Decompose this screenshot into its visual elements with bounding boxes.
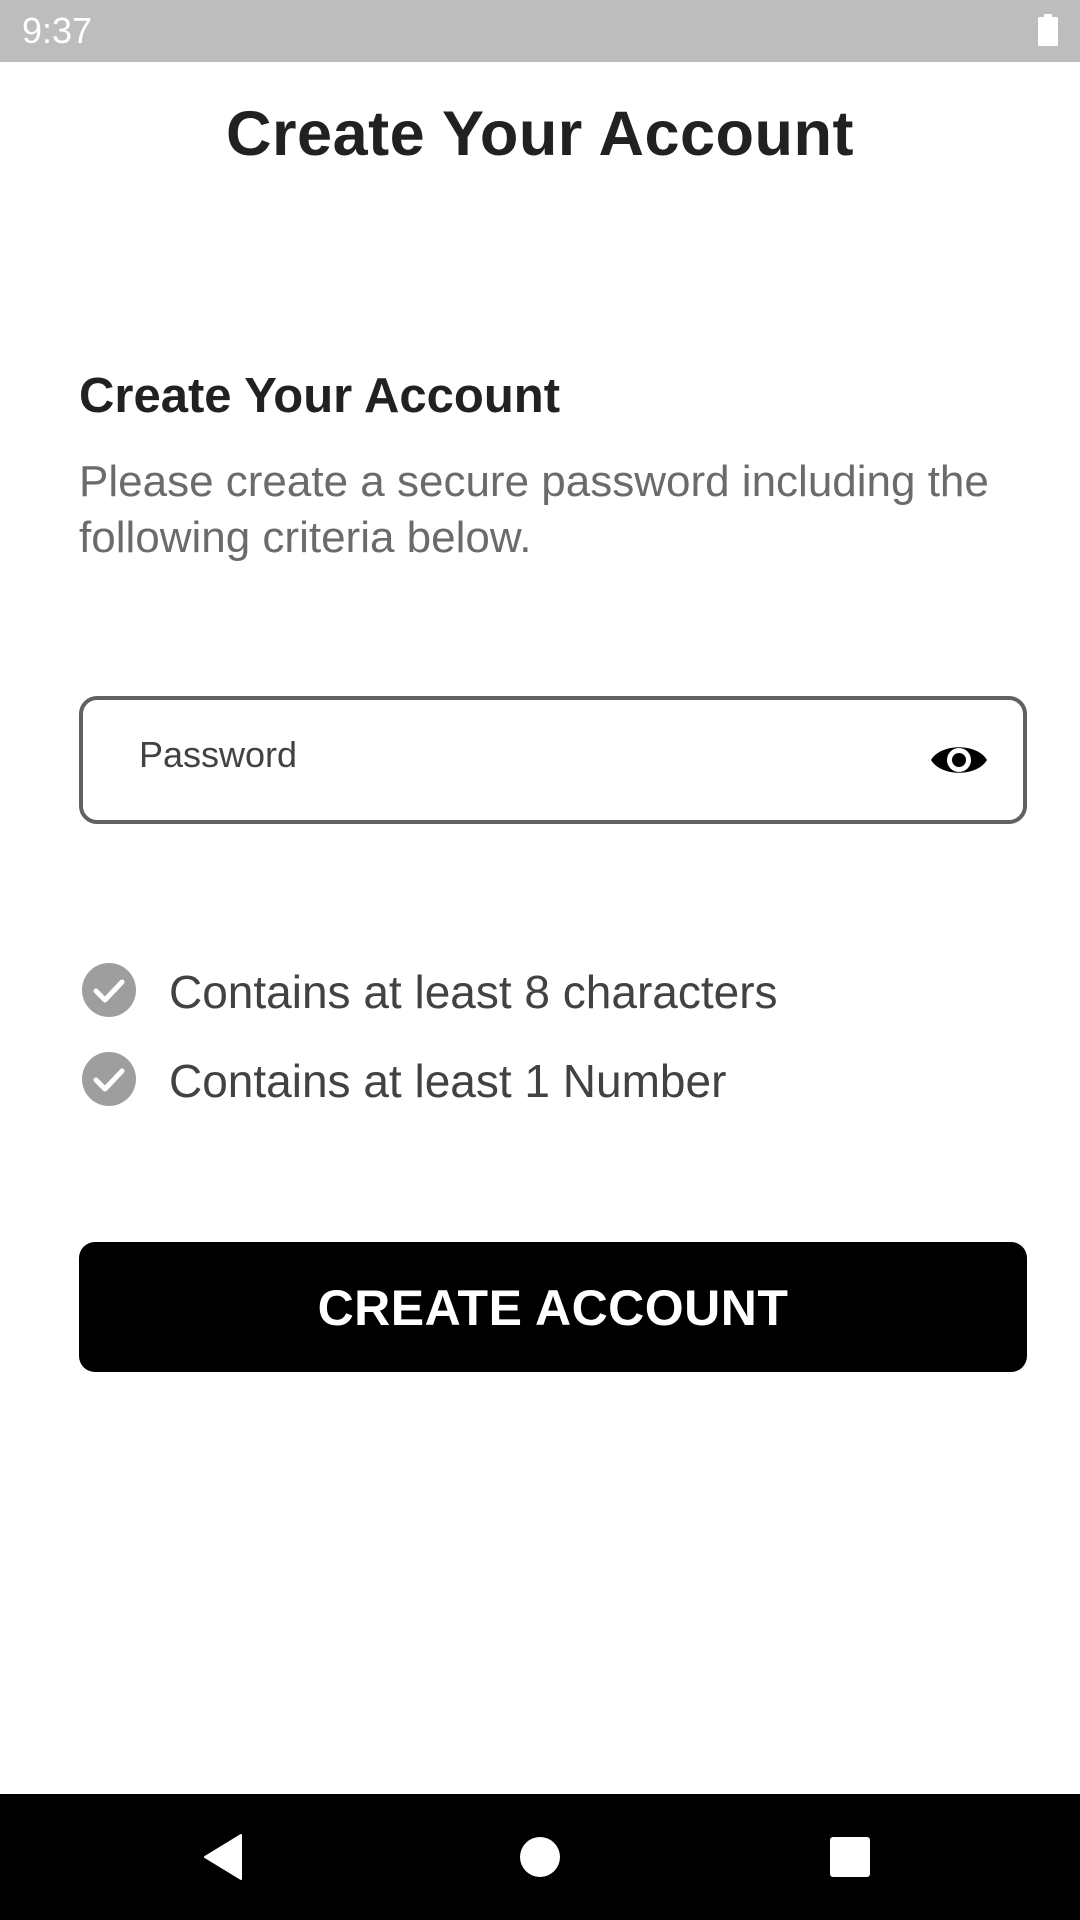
check-circle-icon xyxy=(82,1052,136,1106)
nav-bar xyxy=(0,1794,1080,1920)
eye-icon[interactable] xyxy=(929,738,989,782)
screen: 9:37 Create Your Account Create Your Acc… xyxy=(0,0,1080,1920)
page-title: Create Your Account xyxy=(226,99,854,169)
create-account-button[interactable]: CREATE ACCOUNT xyxy=(79,1242,1027,1372)
password-field[interactable]: Password xyxy=(79,696,1027,824)
criteria-label: Contains at least 8 characters xyxy=(169,966,778,1018)
status-time: 9:37 xyxy=(22,10,93,51)
check-circle-icon xyxy=(82,963,136,1017)
recents-square-icon[interactable] xyxy=(822,1829,878,1885)
back-triangle-icon[interactable] xyxy=(197,1829,253,1885)
form-heading: Create Your Account xyxy=(79,369,561,423)
home-circle-icon[interactable] xyxy=(512,1829,568,1885)
battery-full-icon xyxy=(1038,14,1058,46)
form-description: Please create a secure password includin… xyxy=(79,457,989,562)
status-bar: 9:37 xyxy=(0,0,1080,62)
password-placeholder: Password xyxy=(139,734,298,775)
criteria-label: Contains at least 1 Number xyxy=(169,1055,727,1107)
